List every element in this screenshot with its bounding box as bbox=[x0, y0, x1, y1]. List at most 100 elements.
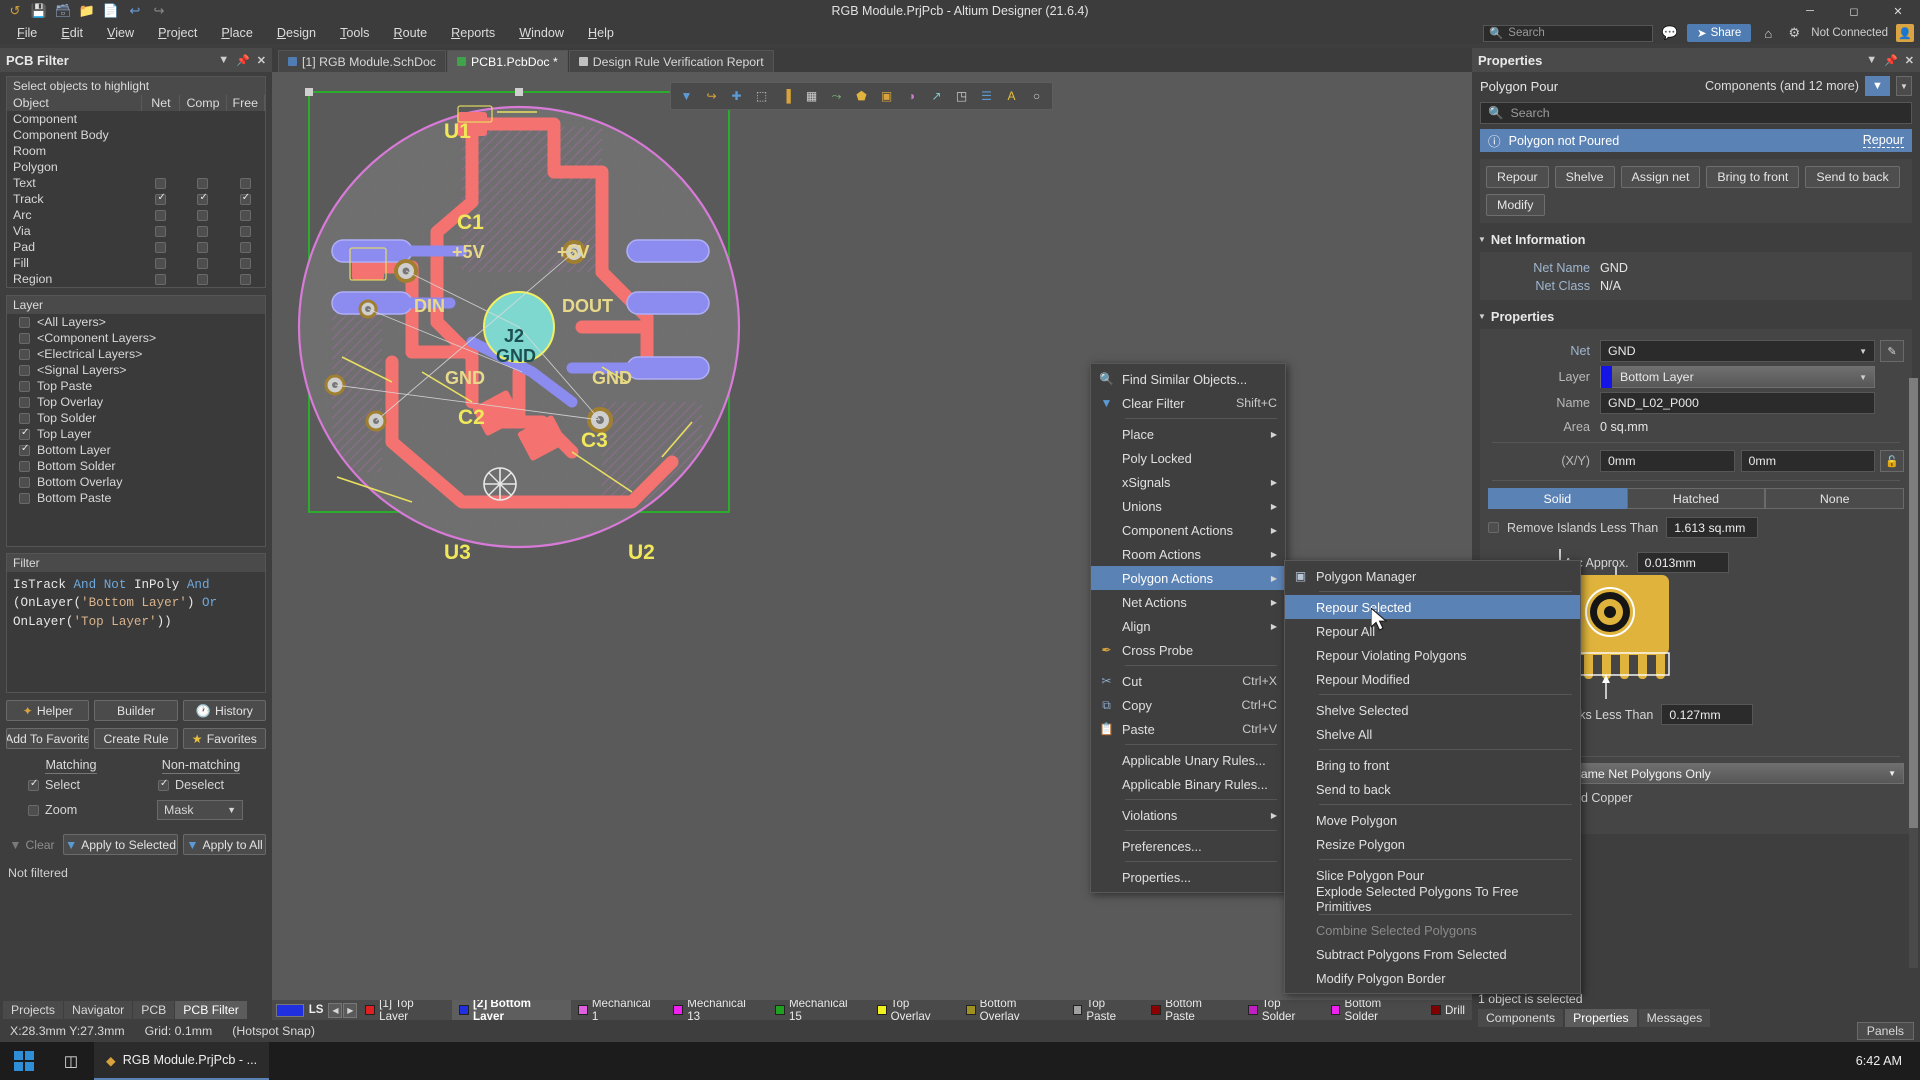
menu-design[interactable]: Design bbox=[266, 24, 327, 42]
sub-bring-to-front[interactable]: Bring to front bbox=[1285, 753, 1580, 777]
menu-window[interactable]: Window bbox=[508, 24, 575, 42]
sub-subtract-polygons-from-selected[interactable]: Subtract Polygons From Selected bbox=[1285, 942, 1580, 966]
sub-repour-selected[interactable]: Repour Selected bbox=[1285, 595, 1580, 619]
remove-islands-input[interactable]: 1.613 sq.mm bbox=[1666, 517, 1758, 538]
ctx-cut[interactable]: ✂CutCtrl+X bbox=[1091, 669, 1285, 693]
properties-scrollbar[interactable] bbox=[1909, 378, 1918, 968]
comp-checkbox[interactable] bbox=[197, 242, 208, 253]
layer-row[interactable]: Top Layer bbox=[7, 426, 265, 442]
layer-checkbox[interactable] bbox=[19, 429, 30, 440]
ctx-clear-filter[interactable]: ▼Clear FilterShift+C bbox=[1091, 391, 1285, 415]
net-cell[interactable] bbox=[142, 159, 180, 175]
scroll-right-button[interactable]: ▶ bbox=[343, 1003, 357, 1018]
layer-tab-mechanical-1[interactable]: Mechanical 1 bbox=[571, 1000, 666, 1020]
layer-row[interactable]: <Component Layers> bbox=[7, 330, 265, 346]
comp-checkbox[interactable] bbox=[197, 258, 208, 269]
scroll-left-button[interactable]: ◀ bbox=[328, 1003, 342, 1018]
table-row[interactable]: Component Body bbox=[7, 127, 265, 143]
layer-tab-mechanical-13[interactable]: Mechanical 13 bbox=[666, 1000, 768, 1020]
layer-checkbox[interactable] bbox=[19, 477, 30, 488]
filter-icon[interactable]: ▼ bbox=[675, 85, 698, 107]
layer-checkbox[interactable] bbox=[19, 413, 30, 424]
context-menu[interactable]: 🔍Find Similar Objects...▼Clear FilterShi… bbox=[1090, 363, 1286, 893]
table-row[interactable]: Pad bbox=[7, 239, 265, 255]
apply-to-selected-button[interactable]: ▼Apply to Selected bbox=[63, 834, 178, 855]
btn-builder[interactable]: Builder bbox=[94, 700, 177, 721]
ctx-xsignals[interactable]: xSignals▶ bbox=[1091, 470, 1285, 494]
layer-row[interactable]: <All Layers> bbox=[7, 314, 265, 330]
sub-shelve-selected[interactable]: Shelve Selected bbox=[1285, 698, 1580, 722]
layer-row[interactable]: <Electrical Layers> bbox=[7, 346, 265, 362]
ctx-copy[interactable]: ⧉CopyCtrl+C bbox=[1091, 693, 1285, 717]
table-row[interactable]: Fill bbox=[7, 255, 265, 271]
layer-row[interactable]: Top Overlay bbox=[7, 394, 265, 410]
table-row[interactable]: Text bbox=[7, 175, 265, 191]
ctx-component-actions[interactable]: Component Actions▶ bbox=[1091, 518, 1285, 542]
ctx-applicable-binary-rules[interactable]: Applicable Binary Rules... bbox=[1091, 772, 1285, 796]
windows-start-icon[interactable] bbox=[0, 1042, 48, 1080]
select-checkbox[interactable] bbox=[28, 780, 39, 791]
net-cell[interactable] bbox=[142, 255, 180, 271]
free-checkbox[interactable] bbox=[240, 226, 251, 237]
grid-icon[interactable]: ▦ bbox=[800, 85, 823, 107]
sub-send-to-back[interactable]: Send to back bbox=[1285, 777, 1580, 801]
comp-checkbox[interactable] bbox=[197, 274, 208, 285]
deselect-checkbox[interactable] bbox=[158, 780, 169, 791]
fill-mode-solid[interactable]: Solid bbox=[1488, 488, 1627, 509]
btn-add-to-favorite[interactable]: Add To Favorite bbox=[6, 728, 89, 749]
sub-explode-selected-polygons-to-free-primitives[interactable]: Explode Selected Polygons To Free Primit… bbox=[1285, 887, 1580, 911]
ctx-net-actions[interactable]: Net Actions▶ bbox=[1091, 590, 1285, 614]
layer-row[interactable]: Bottom Solder bbox=[7, 458, 265, 474]
layer-checkbox[interactable] bbox=[19, 381, 30, 392]
net-checkbox[interactable] bbox=[155, 226, 166, 237]
layer-tab-top-solder[interactable]: Top Solder bbox=[1241, 1000, 1324, 1020]
tab-components[interactable]: Components bbox=[1478, 1009, 1563, 1027]
net-checkbox[interactable] bbox=[155, 258, 166, 269]
close-button[interactable]: ✕ bbox=[1876, 0, 1920, 22]
layer-row[interactable]: Top Paste bbox=[7, 378, 265, 394]
net-checkbox[interactable] bbox=[155, 210, 166, 221]
table-row[interactable]: Arc bbox=[7, 207, 265, 223]
layer-set-swatch[interactable] bbox=[276, 1004, 304, 1017]
table-row[interactable]: Component bbox=[7, 111, 265, 127]
free-cell[interactable] bbox=[226, 111, 264, 127]
chevron-down-icon[interactable]: ▼ bbox=[1896, 76, 1912, 96]
menu-file[interactable]: File bbox=[6, 24, 48, 42]
ctx-violations[interactable]: Violations▶ bbox=[1091, 803, 1285, 827]
name-input[interactable]: GND_L02_P000 bbox=[1600, 392, 1875, 414]
net-cell[interactable] bbox=[142, 111, 180, 127]
apply-to-all-button[interactable]: ▼Apply to All bbox=[183, 834, 266, 855]
ctx-place[interactable]: Place▶ bbox=[1091, 422, 1285, 446]
layer-tab--2-bottom-layer[interactable]: [2] Bottom Layer bbox=[452, 1000, 571, 1020]
comp-checkbox[interactable] bbox=[197, 178, 208, 189]
layer-tab-drill[interactable]: Drill bbox=[1424, 1000, 1472, 1020]
net-cell[interactable] bbox=[142, 143, 180, 159]
search-input[interactable]: 🔍 Search bbox=[1483, 25, 1653, 42]
free-cell[interactable] bbox=[226, 159, 264, 175]
layer-checkbox[interactable] bbox=[19, 365, 30, 376]
net-icon[interactable]: ⤳ bbox=[825, 85, 848, 107]
layer-checkbox[interactable] bbox=[19, 445, 30, 456]
sub-polygon-manager[interactable]: ▣Polygon Manager bbox=[1285, 564, 1580, 588]
properties-section-header[interactable]: ▼ Properties bbox=[1478, 309, 1920, 324]
layer-tab-bottom-paste[interactable]: Bottom Paste bbox=[1144, 1000, 1241, 1020]
comp-checkbox[interactable] bbox=[197, 210, 208, 221]
sub-repour-violating-polygons[interactable]: Repour Violating Polygons bbox=[1285, 643, 1580, 667]
sub-repour-modified[interactable]: Repour Modified bbox=[1285, 667, 1580, 691]
ctx-unions[interactable]: Unions▶ bbox=[1091, 494, 1285, 518]
comp-cell[interactable] bbox=[180, 111, 226, 127]
filter-expression-text[interactable]: IsTrack And Not InPoly And(OnLayer('Bott… bbox=[7, 572, 265, 635]
taskbar-app-altium[interactable]: ◆ RGB Module.PrjPcb - ... bbox=[94, 1042, 269, 1080]
layer-checkbox[interactable] bbox=[19, 317, 30, 328]
ctx-cross-probe[interactable]: ✒Cross Probe bbox=[1091, 638, 1285, 662]
net-cell[interactable] bbox=[142, 207, 180, 223]
filter-icon[interactable]: ▼ bbox=[1865, 76, 1890, 96]
layer-row[interactable]: Bottom Overlay bbox=[7, 474, 265, 490]
x-input[interactable]: 0mm bbox=[1600, 450, 1735, 472]
free-cell[interactable] bbox=[226, 223, 264, 239]
draftsman-icon[interactable]: ◳ bbox=[950, 85, 973, 107]
doc-tab[interactable]: [1] RGB Module.SchDoc bbox=[278, 50, 446, 72]
y-input[interactable]: 0mm bbox=[1741, 450, 1876, 472]
taskbar-clock[interactable]: 6:42 AM bbox=[1856, 1054, 1920, 1068]
ctx-preferences[interactable]: Preferences... bbox=[1091, 834, 1285, 858]
